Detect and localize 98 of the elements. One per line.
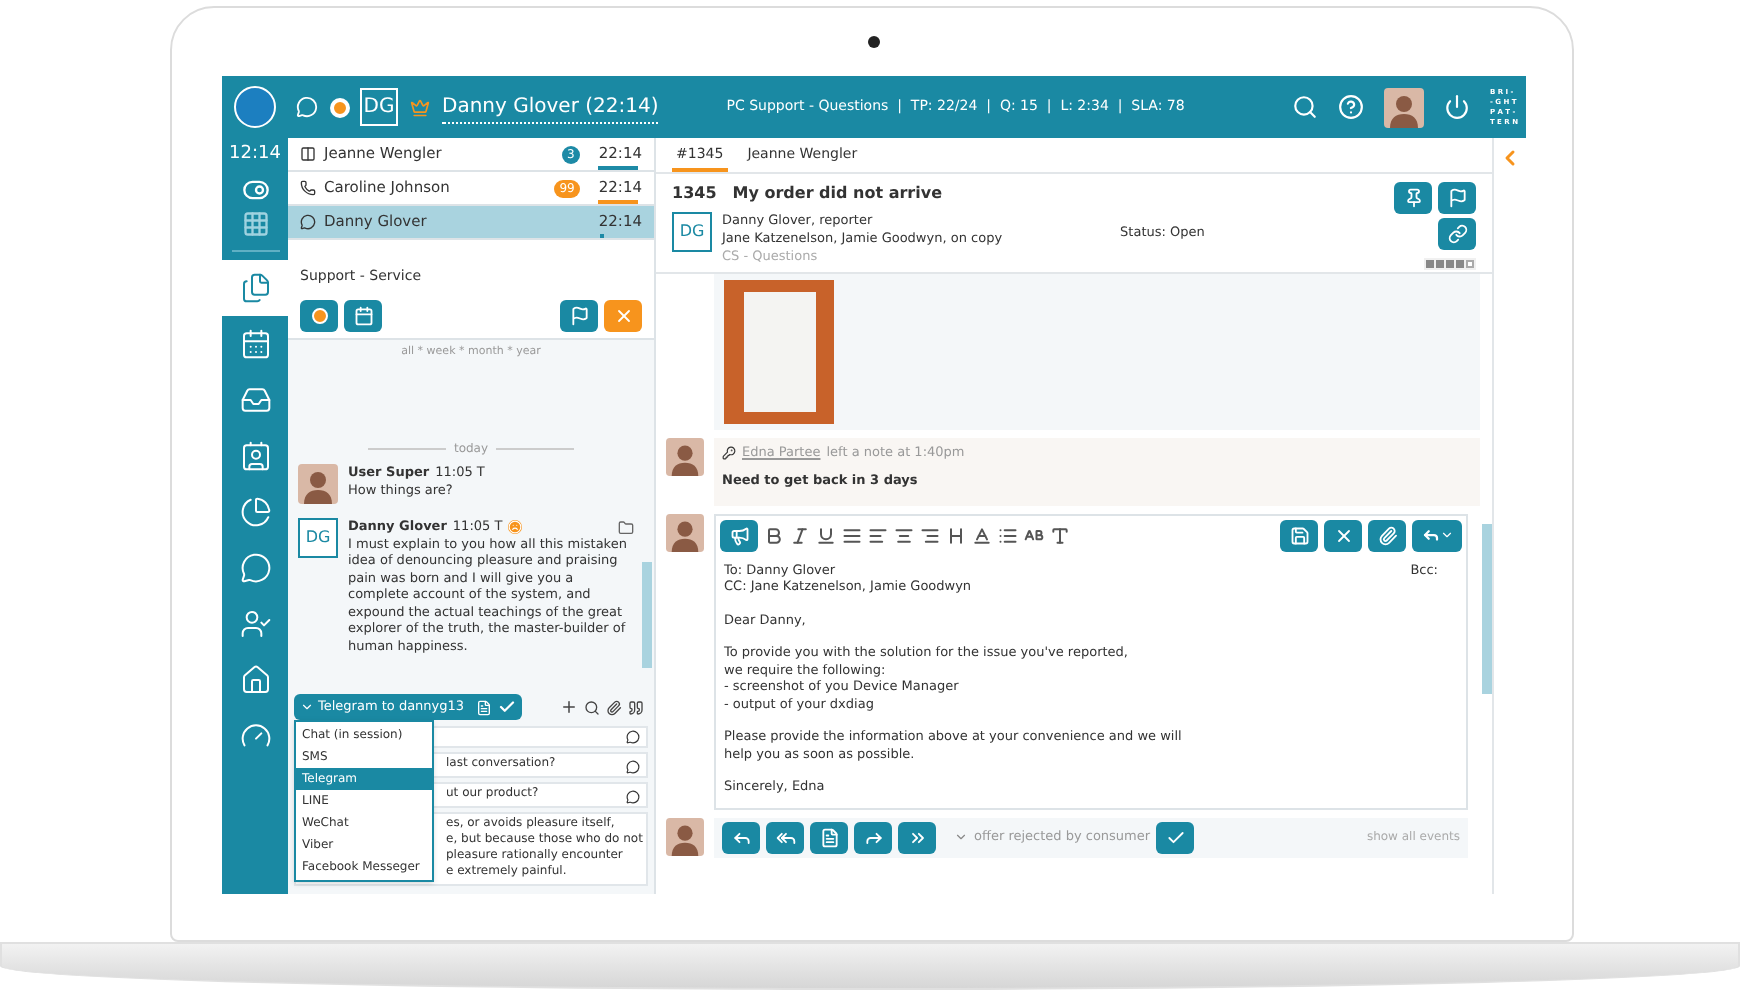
- ticket-number: 1345: [672, 182, 717, 206]
- customer-initials: DG: [298, 518, 338, 559]
- toggle-icon[interactable]: [241, 175, 269, 203]
- link-button[interactable]: [1438, 218, 1476, 250]
- grid-icon[interactable]: [241, 209, 269, 237]
- attach-button[interactable]: [1368, 519, 1406, 551]
- flag-icon: [569, 306, 589, 326]
- search-icon[interactable]: [584, 699, 600, 715]
- caret-icon: [1439, 528, 1453, 542]
- user-avatar: [666, 513, 704, 551]
- link-icon: [1447, 224, 1467, 244]
- documents-icon: [239, 271, 271, 303]
- flag-icon: [1447, 188, 1467, 208]
- receipt-photo: [724, 280, 834, 424]
- angry-face-icon: [508, 520, 523, 534]
- power-icon[interactable]: [1443, 94, 1470, 120]
- laptop-camera: [868, 36, 880, 48]
- crown-icon: [410, 97, 430, 117]
- reply-menu-button[interactable]: [1412, 519, 1462, 551]
- caret-icon: [300, 700, 314, 714]
- clock: 12:14: [229, 142, 281, 168]
- attach-icon: [1377, 525, 1397, 545]
- chat-icon: [239, 551, 271, 583]
- note-button[interactable]: [810, 821, 848, 853]
- home-icon: [239, 663, 271, 695]
- align-left-icon[interactable]: [868, 525, 888, 545]
- contact-card-icon: [239, 439, 271, 471]
- close-button[interactable]: [604, 300, 642, 332]
- user-avatar: [666, 438, 704, 476]
- template-icon[interactable]: [476, 699, 493, 715]
- contact-name[interactable]: Danny Glover (22:14): [442, 91, 659, 123]
- search-icon[interactable]: [1291, 94, 1318, 120]
- help-icon[interactable]: [1337, 94, 1364, 120]
- underline-icon[interactable]: [816, 525, 836, 545]
- paperclip-icon[interactable]: [606, 699, 622, 715]
- inbox-icon: [239, 383, 271, 415]
- caret-icon[interactable]: [954, 830, 968, 844]
- reply-editor[interactable]: [714, 513, 1468, 809]
- pin-icon: [1403, 188, 1423, 208]
- calendar-button[interactable]: [344, 300, 382, 332]
- reply-icon: [731, 827, 751, 847]
- document-icon: [819, 827, 839, 847]
- flag-button[interactable]: [1438, 182, 1476, 214]
- scrollbar-thumb[interactable]: [642, 562, 652, 668]
- text-icon[interactable]: [1050, 525, 1070, 545]
- save-button[interactable]: [1280, 519, 1318, 551]
- chat-icon: [626, 730, 640, 744]
- list-icon[interactable]: [998, 525, 1018, 545]
- chat-icon: [626, 760, 640, 774]
- scrollbar-thumb[interactable]: [1482, 524, 1492, 694]
- align-right-icon[interactable]: [920, 525, 940, 545]
- contact-initials: DG: [360, 88, 398, 126]
- record-button[interactable]: [300, 300, 338, 332]
- forward-button[interactable]: [854, 821, 892, 853]
- user-check-icon: [239, 607, 271, 639]
- double-chevron-icon: [907, 827, 927, 847]
- check-icon: [1165, 827, 1186, 847]
- add-icon[interactable]: [560, 698, 578, 716]
- gauge-icon: [239, 719, 271, 751]
- forward-all-button[interactable]: [898, 821, 936, 853]
- close-icon: [613, 306, 633, 326]
- channel-icon: [300, 180, 316, 196]
- chat-icon: [626, 790, 640, 804]
- chat-icon[interactable]: [296, 96, 318, 118]
- calendar-icon: [239, 327, 271, 359]
- megaphone-icon: [729, 525, 749, 545]
- folder-icon[interactable]: [618, 519, 634, 535]
- check-icon[interactable]: [498, 698, 517, 716]
- flag-button[interactable]: [560, 300, 598, 332]
- reporter-initials: DG: [672, 212, 712, 252]
- bold-icon[interactable]: [764, 525, 784, 545]
- pie-chart-icon: [239, 495, 271, 527]
- save-icon: [1289, 525, 1309, 545]
- reply-all-icon: [775, 827, 795, 847]
- user-avatar: [666, 818, 704, 856]
- calendar-icon: [353, 306, 373, 326]
- user-avatar: [1383, 87, 1424, 127]
- close-button[interactable]: [1324, 519, 1362, 551]
- font-icon[interactable]: [1024, 525, 1044, 545]
- reply-icon: [1421, 526, 1439, 544]
- pin-button[interactable]: [1394, 182, 1432, 214]
- reply-all-button[interactable]: [766, 821, 804, 853]
- channel-icon: [300, 146, 316, 162]
- close-icon: [1333, 525, 1353, 545]
- confirm-button[interactable]: [1156, 821, 1195, 853]
- justify-icon[interactable]: [842, 525, 862, 545]
- key-icon: [722, 446, 736, 461]
- text-color-icon[interactable]: [972, 525, 992, 545]
- send-button[interactable]: [720, 519, 758, 551]
- user-avatar: [298, 464, 338, 505]
- quote-icon[interactable]: [628, 699, 644, 715]
- align-center-icon[interactable]: [894, 525, 914, 545]
- ticket-subject: My order did not arrive: [732, 182, 943, 206]
- channel-icon: [300, 214, 316, 230]
- italic-icon[interactable]: [790, 525, 810, 545]
- reply-button[interactable]: [722, 821, 760, 853]
- text-size-icon[interactable]: [946, 525, 966, 545]
- forward-icon: [863, 827, 883, 847]
